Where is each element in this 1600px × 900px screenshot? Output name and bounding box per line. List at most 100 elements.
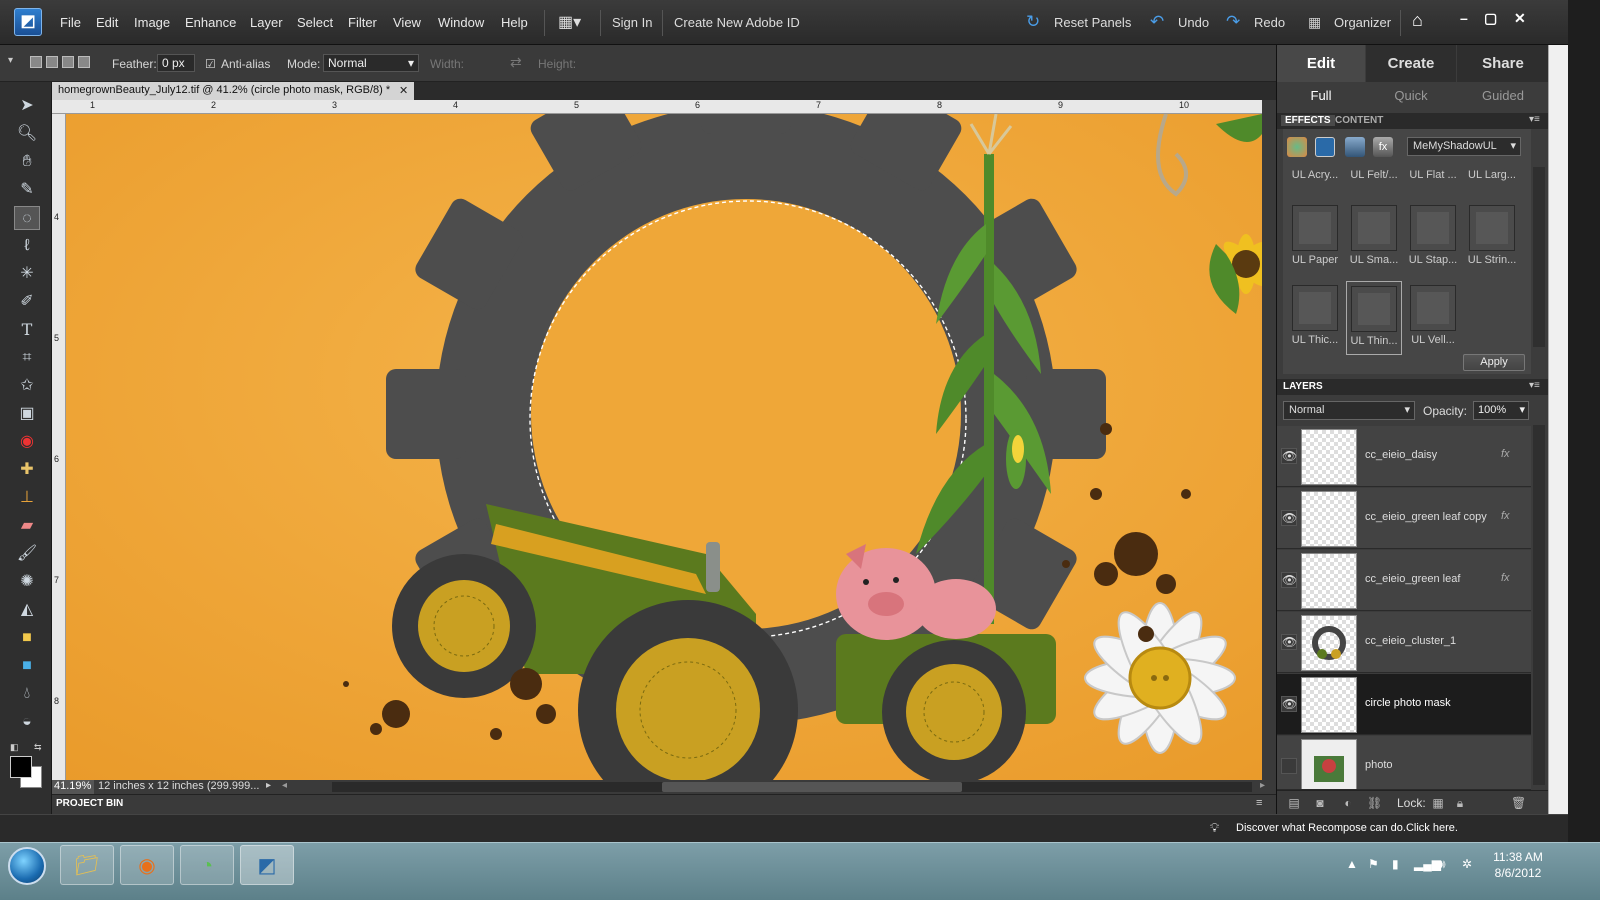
layer-styles-icon[interactable] [1315,137,1335,157]
default-colors-icon[interactable]: ◧ [10,742,19,753]
delete-layer-icon[interactable]: 🗑︎ [1511,796,1526,810]
cookie-cutter-tool-icon[interactable]: ✩ [14,374,40,398]
subtract-selection-icon[interactable] [62,56,74,68]
effect-item[interactable]: UL Sma... [1346,201,1402,275]
create-adobe-id-link[interactable]: Create New Adobe ID [674,15,800,30]
eyedropper-tool-icon[interactable]: ✎ [14,178,40,202]
subtab-quick[interactable]: Quick [1366,83,1456,109]
recompose-tool-icon[interactable]: ▣ [14,402,40,426]
effect-item[interactable]: UL Acry... [1287,169,1343,191]
layer-row[interactable]: 👁︎ cc_eieio_cluster_1 [1277,612,1531,673]
effect-item[interactable]: UL Strin... [1464,201,1520,275]
menu-enhance[interactable]: Enhance [185,15,236,30]
volume-icon[interactable]: 🔊︎ [1438,857,1446,872]
visibility-eye-icon[interactable]: 👁︎ [1281,758,1297,774]
maximize-icon[interactable]: ▢ [1484,10,1497,27]
healing-brush-tool-icon[interactable]: ✚ [14,458,40,482]
effect-item[interactable]: UL Stap... [1405,201,1461,275]
link-layers-icon[interactable]: ⛓︎ [1367,796,1382,810]
add-selection-icon[interactable] [46,56,58,68]
red-eye-tool-icon[interactable]: ◉ [14,430,40,454]
shape-tool-icon[interactable]: ■ [14,654,40,678]
lock-all-icon[interactable]: 🔒︎ [1453,796,1467,810]
power-icon[interactable]: ▮ [1392,857,1399,871]
minimize-icon[interactable]: – [1460,10,1468,26]
add-mask-icon[interactable]: ◙ [1313,796,1327,810]
home-icon[interactable]: ⌂ [1412,10,1423,31]
effect-item[interactable]: UL Flat ... [1405,169,1461,191]
tab-create[interactable]: Create [1366,45,1456,82]
clone-stamp-tool-icon[interactable]: ⊥ [14,486,40,510]
organizer-taskbar-icon[interactable]: ◔ [180,845,234,885]
menu-view[interactable]: View [393,15,421,30]
layer-style-fx-icon[interactable]: fx [1501,448,1510,460]
adjustment-layer-icon[interactable]: ◐ [1341,796,1355,810]
menu-image[interactable]: Image [134,15,170,30]
photo-effects-icon[interactable] [1345,137,1365,157]
magic-wand-tool-icon[interactable]: ✳ [14,262,40,286]
tab-edit[interactable]: Edit [1277,45,1365,82]
reset-panels-icon[interactable]: ↻ [1026,12,1040,32]
firefox-taskbar-icon[interactable]: ◉ [120,845,174,885]
tool-preset-icon[interactable]: ▾ [8,55,13,66]
zoom-level[interactable]: 41.19% [52,780,94,794]
blend-mode-select[interactable]: Normal ▾ [1283,401,1415,420]
show-hidden-icons-icon[interactable]: ▲ [1346,857,1358,871]
canvas-horizontal-scrollbar[interactable] [332,782,1252,792]
action-center-icon[interactable]: ⚑ [1368,857,1379,871]
paint-bucket-tool-icon[interactable]: ◭ [14,598,40,622]
hand-tool-icon[interactable]: ✋︎ [14,150,40,174]
menu-window[interactable]: Window [438,15,484,30]
effect-item[interactable]: UL Felt/... [1346,169,1402,191]
tip-link[interactable]: Discover what Recompose can do.Click her… [1236,822,1458,834]
layer-row[interactable]: 👁︎ cc_eieio_green leaf copy fx [1277,488,1531,549]
redo-button[interactable]: Redo [1254,15,1285,30]
scroll-left-icon[interactable]: ◂ [282,780,287,791]
visibility-eye-icon[interactable]: 👁︎ [1281,448,1297,464]
style-library-select[interactable]: MeMyShadowUL ▾ [1407,137,1521,156]
layer-style-fx-icon[interactable]: fx [1501,510,1510,522]
new-selection-icon[interactable] [30,56,42,68]
mode-select[interactable]: Normal ▾ [323,54,419,72]
panel-menu-icon[interactable]: ▾≡ [1529,114,1540,125]
info-menu-icon[interactable]: ▸ [266,780,271,791]
project-bin-label[interactable]: PROJECT BIN [56,798,123,809]
tab-effects[interactable]: EFFECTS [1281,115,1335,126]
swap-icon[interactable]: ⇄ [510,54,522,71]
fx-icon[interactable]: fx [1373,137,1393,157]
reset-panels-button[interactable]: Reset Panels [1054,15,1131,30]
sponge-tool-icon[interactable]: ◒ [14,710,40,734]
menu-filter[interactable]: Filter [348,15,377,30]
layers-scrollbar[interactable] [1533,425,1545,785]
visibility-eye-icon[interactable]: 👁︎ [1281,634,1297,650]
menu-edit[interactable]: Edit [96,15,118,30]
crop-tool-icon[interactable]: ⌗ [14,346,40,370]
type-tool-icon[interactable]: T [14,318,40,342]
lock-transparency-icon[interactable]: ▦ [1431,796,1445,810]
network-icon[interactable]: ▂▄▆ [1414,857,1441,871]
organizer-button[interactable]: Organizer [1334,15,1391,30]
close-icon[interactable]: ✕ [1514,10,1526,27]
visibility-eye-icon[interactable]: 👁︎ [1281,696,1297,712]
visibility-eye-icon[interactable]: 👁︎ [1281,572,1297,588]
layer-row[interactable]: 👁︎ cc_eieio_green leaf fx [1277,550,1531,611]
menu-select[interactable]: Select [297,15,333,30]
document-canvas[interactable] [66,114,1262,780]
effects-scrollbar[interactable] [1533,167,1545,347]
bin-menu-icon[interactable]: ≡ [1256,797,1262,809]
effect-item-selected[interactable]: UL Thin... [1346,281,1402,355]
scrollbar-thumb[interactable] [662,782,962,792]
gradient-tool-icon[interactable]: ■ [14,626,40,650]
foreground-color-swatch[interactable] [10,756,32,778]
selection-brush-tool-icon[interactable]: ✐ [14,290,40,314]
apply-button[interactable]: Apply [1463,354,1525,371]
tab-content[interactable]: CONTENT [1331,115,1387,126]
menu-help[interactable]: Help [501,15,528,30]
menu-layer[interactable]: Layer [250,15,283,30]
layer-row[interactable]: 👁︎ cc_eieio_daisy fx [1277,426,1531,487]
effect-item[interactable]: UL Thic... [1287,281,1343,355]
layer-style-fx-icon[interactable]: fx [1501,572,1510,584]
swap-colors-icon[interactable]: ⇆ [34,742,42,753]
new-layer-icon[interactable]: ▤ [1287,796,1301,810]
subtab-full[interactable]: Full [1277,83,1365,109]
